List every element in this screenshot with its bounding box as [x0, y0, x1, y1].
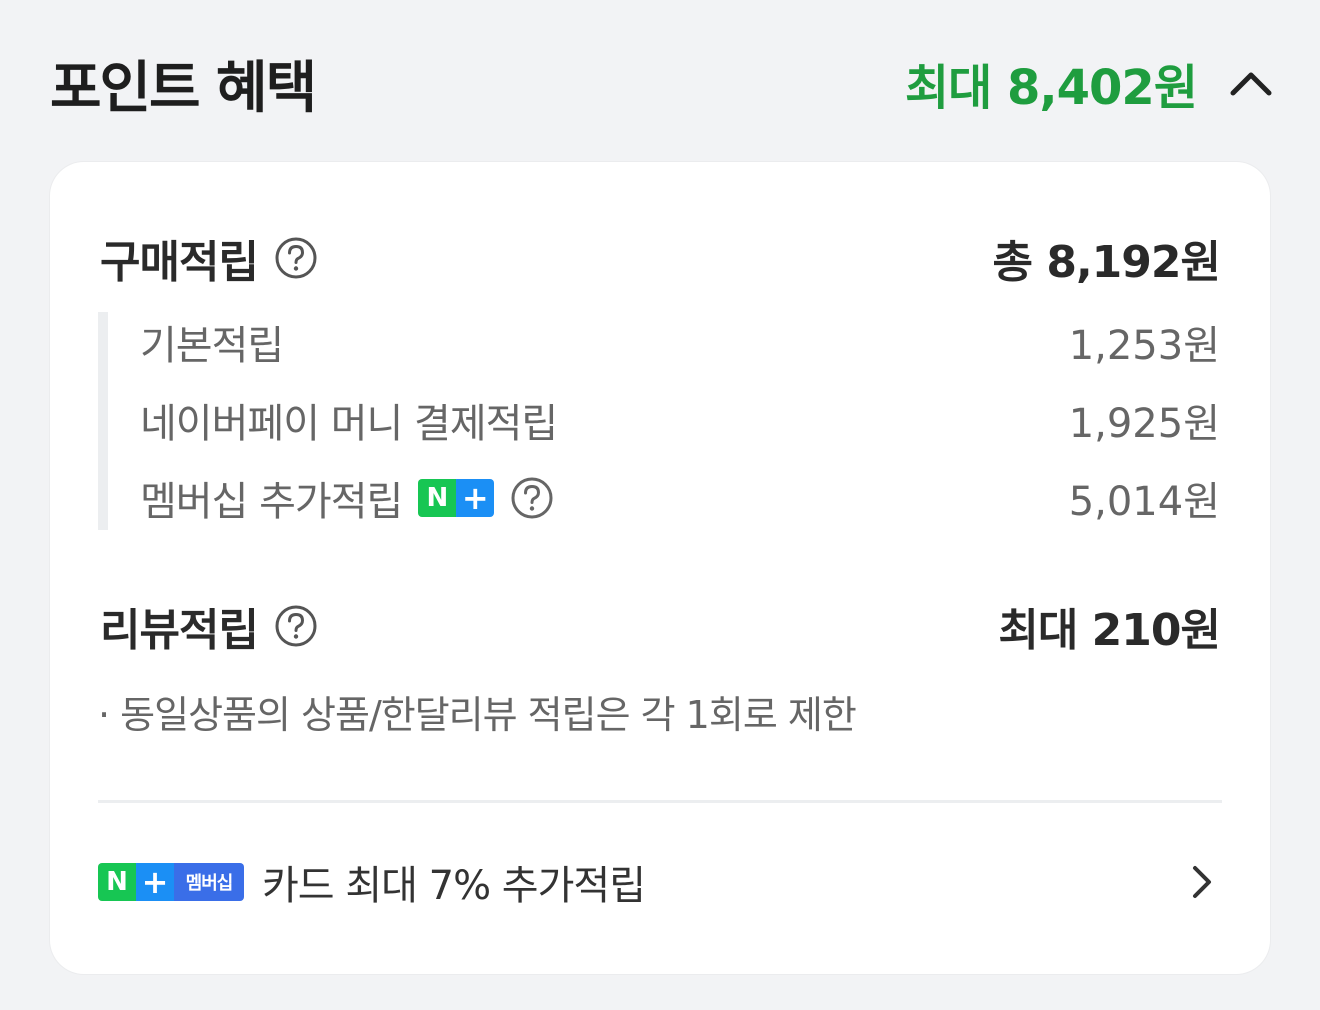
- membership-points-value: 5,014원: [1068, 479, 1220, 525]
- purchase-points-header: 구매적립: [100, 226, 318, 290]
- membership-label: 멤버십: [174, 863, 244, 901]
- review-points-title: 리뷰적립: [100, 605, 259, 656]
- basic-points-label: 기본적립: [140, 323, 284, 369]
- purchase-points-breakdown: 기본적립 1,253원 네이버페이 머니 결제적립 1,925원 멤버십 추가적…: [98, 312, 1230, 530]
- membership-points-header: 멤버십 추가적립 N +: [140, 469, 554, 527]
- naver-n-logo: N: [418, 479, 457, 517]
- page-title: 포인트 혜택: [50, 55, 317, 121]
- naver-plus-badge: N +: [418, 479, 495, 517]
- naverpay-money-points-value: 1,925원: [1068, 401, 1220, 447]
- help-circle-icon[interactable]: [274, 604, 318, 648]
- help-circle-icon[interactable]: [510, 476, 554, 520]
- plus-icon: +: [136, 863, 174, 901]
- naver-plus-membership-badge: N + 멤버십: [98, 863, 244, 901]
- naver-n-logo: N: [98, 863, 136, 901]
- purchase-points-total: 총 8,192원: [992, 237, 1221, 288]
- review-points-total: 최대 210원: [998, 605, 1221, 656]
- list-item: 기본적립 1,253원: [140, 312, 1220, 372]
- card-promo-content: N + 멤버십 카드 최대 7% 추가적립: [98, 853, 646, 911]
- review-points-header: 리뷰적립: [100, 594, 318, 658]
- card-promo-link[interactable]: N + 멤버십 카드 최대 7% 추가적립: [98, 852, 1222, 912]
- help-circle-icon[interactable]: [274, 236, 318, 280]
- divider: [98, 800, 1222, 803]
- purchase-points-title: 구매적립: [100, 237, 259, 288]
- review-points-row: 리뷰적립 최대 210원: [100, 594, 1221, 658]
- card-promo-text: 카드 최대 7% 추가적립: [262, 863, 646, 909]
- max-points-total: 최대 8,402원: [904, 60, 1198, 116]
- naverpay-money-points-label: 네이버페이 머니 결제적립: [140, 401, 558, 447]
- header-right: 최대 8,402원: [905, 48, 1275, 118]
- list-item: 네이버페이 머니 결제적립 1,925원: [140, 390, 1220, 450]
- plus-icon: +: [456, 479, 495, 517]
- chevron-up-icon[interactable]: [1227, 59, 1275, 107]
- list-item: 멤버십 추가적립 N + 5,014원: [140, 468, 1220, 528]
- purchase-points-row: 구매적립 총 8,192원: [100, 226, 1221, 290]
- chevron-right-icon[interactable]: [1182, 862, 1222, 902]
- basic-points-value: 1,253원: [1068, 323, 1220, 369]
- review-points-note: · 동일상품의 상품/한달리뷰 적립은 각 1회로 제한: [98, 693, 857, 737]
- points-benefit-header: 포인트 혜택 최대 8,402원: [50, 48, 1275, 121]
- points-card: 구매적립 총 8,192원 기본적립 1,253원 네이버페이 머니 결제적립 …: [50, 162, 1270, 974]
- membership-points-label: 멤버십 추가적립: [140, 479, 403, 525]
